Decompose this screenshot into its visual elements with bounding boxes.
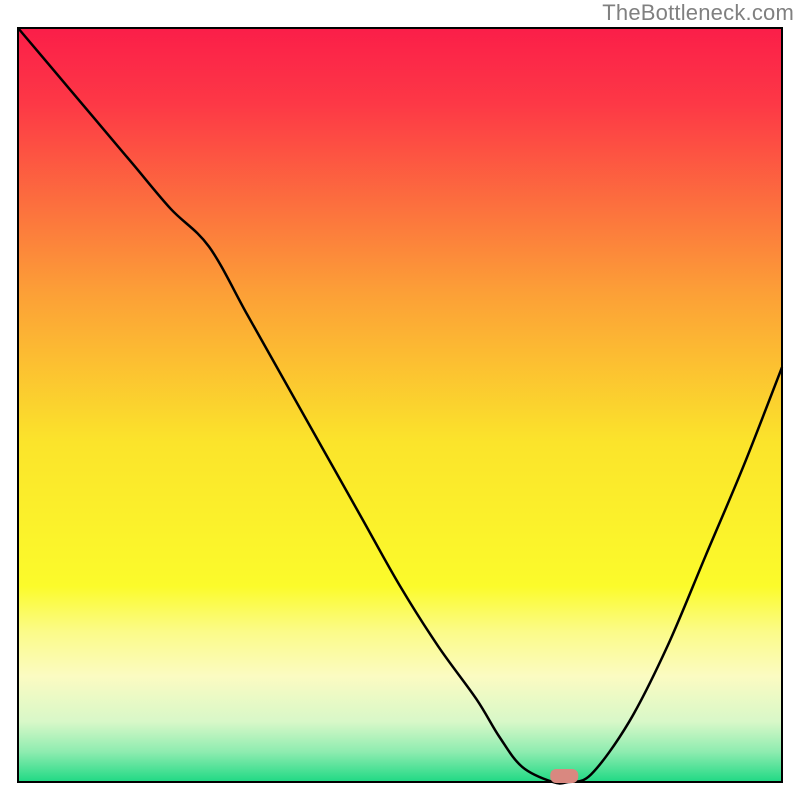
watermark-text: TheBottleneck.com	[602, 0, 794, 26]
chart-container: TheBottleneck.com	[0, 0, 800, 800]
chart-background	[18, 28, 782, 782]
bottleneck-chart	[0, 0, 800, 800]
optimal-marker	[550, 769, 578, 783]
